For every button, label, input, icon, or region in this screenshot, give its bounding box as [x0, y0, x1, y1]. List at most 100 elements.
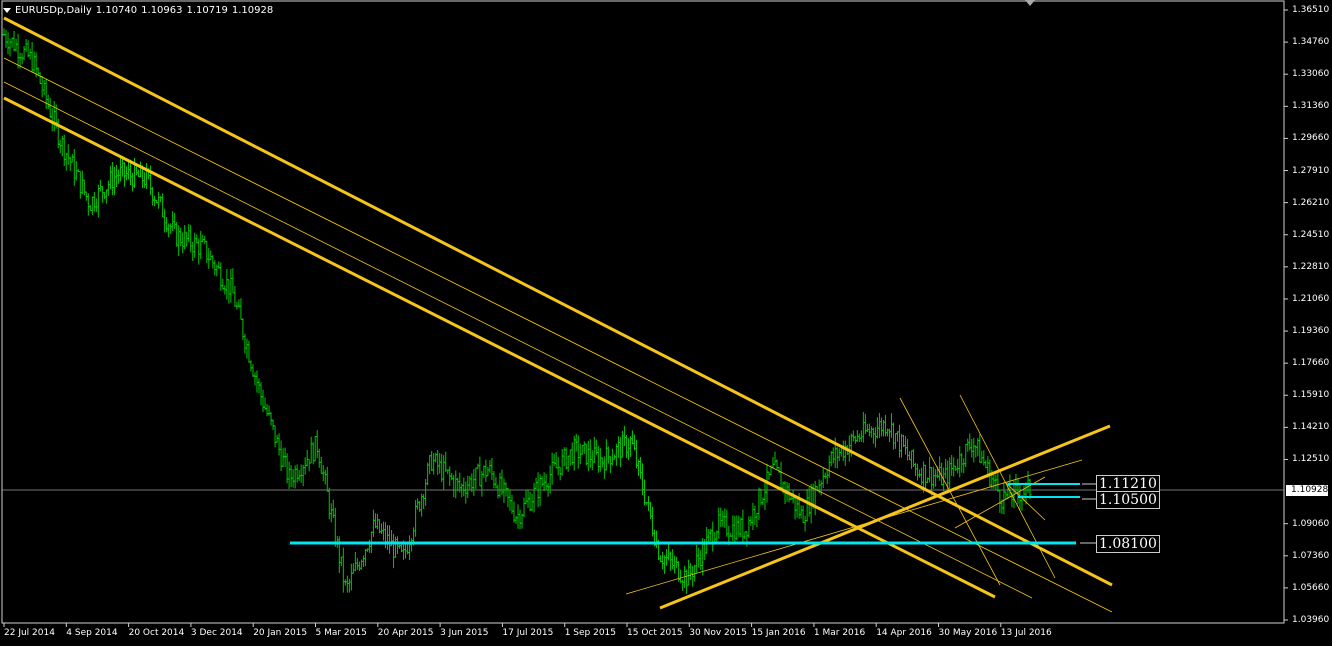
chart-shift-marker-icon[interactable]: [1025, 0, 1035, 6]
price-bar: [177, 225, 181, 256]
price-bar: [596, 445, 600, 473]
price-bar: [488, 460, 492, 473]
price-bar: [440, 453, 444, 483]
price-bar: [954, 465, 958, 471]
price-bar: [317, 448, 321, 468]
x-tick-label: 22 Jul 2014: [4, 628, 55, 638]
price-bar: [763, 481, 767, 511]
price-bar: [179, 227, 183, 247]
price-bar: [544, 473, 548, 491]
price-bar: [877, 412, 881, 439]
price-bar: [189, 224, 193, 253]
price-bar: [122, 162, 126, 187]
price-bar: [992, 474, 996, 489]
price-bar: [385, 525, 389, 550]
price-bar: [474, 467, 478, 490]
level-label-2[interactable]: 1.10500: [1096, 491, 1160, 509]
price-bar: [379, 523, 383, 534]
price-bar: [273, 425, 277, 448]
price-bar: [92, 192, 96, 212]
price-bar: [914, 462, 918, 476]
price-bar: [520, 513, 524, 529]
y-tick-label: 1.17660: [1292, 358, 1330, 369]
price-bar: [211, 254, 215, 269]
channel-mid-line-1[interactable]: [3, 57, 1113, 613]
price-bar: [590, 450, 594, 471]
price-bar: [355, 558, 359, 570]
price-bar: [998, 489, 1002, 513]
price-bar: [582, 441, 586, 454]
price-bar: [110, 161, 114, 196]
x-tick-label: 14 Apr 2016: [876, 628, 932, 638]
dropdown-triangle-icon[interactable]: [3, 7, 11, 13]
price-bar: [570, 442, 574, 465]
price-bar: [516, 504, 520, 529]
price-bar: [689, 562, 693, 581]
price-bar: [339, 556, 343, 566]
price-bar: [588, 439, 592, 468]
price-bar: [859, 430, 863, 442]
price-bar: [231, 268, 235, 294]
price-bar: [442, 455, 446, 490]
price-bar: [422, 494, 426, 510]
price-bar: [470, 473, 474, 493]
price-bar: [239, 298, 243, 320]
price-bar: [371, 509, 375, 537]
price-bar: [265, 403, 269, 417]
price-bar: [667, 543, 671, 561]
price-bar: [524, 490, 528, 505]
x-tick-label: 20 Apr 2015: [377, 628, 434, 638]
price-bar: [616, 436, 620, 458]
x-tick-label: 13 Jul 2016: [1000, 628, 1052, 638]
price-bar: [1004, 491, 1008, 500]
uptrend-line[interactable]: [659, 424, 1111, 610]
price-bar: [40, 75, 44, 98]
fan-line-4[interactable]: [1004, 481, 1046, 521]
price-bar: [482, 465, 486, 478]
price-bar: [468, 475, 472, 491]
price-bar: [4, 29, 8, 48]
price-bar: [918, 469, 922, 478]
price-bar: [610, 448, 614, 466]
fan-line-2[interactable]: [959, 394, 1056, 579]
price-bar: [72, 148, 76, 186]
price-bar: [996, 473, 1000, 492]
price-bar: [157, 192, 161, 209]
price-bar: [245, 338, 249, 359]
price-bar: [504, 482, 508, 497]
price-bar: [466, 475, 470, 499]
price-bar: [906, 438, 910, 461]
level-label-3[interactable]: 1.08100: [1096, 535, 1160, 553]
chart-window[interactable]: EURUSDp,Daily 1.10740 1.10963 1.10719 1.…: [0, 0, 1332, 646]
price-bar: [373, 513, 377, 529]
price-bar: [600, 457, 604, 468]
y-tick-label: 1.29660: [1292, 133, 1330, 144]
price-bar: [173, 212, 177, 230]
price-bar: [663, 555, 667, 574]
price-bar: [950, 455, 954, 476]
price-bar: [534, 477, 538, 490]
price-bar: [484, 459, 488, 482]
channel-bottom-line[interactable]: [3, 96, 996, 599]
price-bar: [201, 234, 205, 243]
price-bar: [291, 469, 295, 488]
price-bar: [261, 389, 265, 413]
price-bar: [28, 48, 32, 60]
price-bar: [622, 425, 626, 447]
price-bar: [695, 544, 699, 573]
price-bar: [767, 471, 771, 480]
price-bar: [251, 364, 255, 377]
price-bar: [428, 454, 432, 475]
price-bar: [325, 466, 329, 492]
price-bar: [64, 153, 68, 171]
price-bar: [102, 192, 106, 200]
price-bar: [910, 450, 914, 469]
price-bar: [363, 548, 367, 567]
x-tick-label: 15 Oct 2015: [627, 628, 683, 638]
price-bar: [414, 500, 418, 537]
price-bar: [747, 516, 751, 539]
uptrend-thin-line[interactable]: [625, 459, 1083, 595]
price-bar: [243, 333, 247, 354]
price-bar: [899, 433, 903, 458]
price-bar: [205, 240, 209, 263]
